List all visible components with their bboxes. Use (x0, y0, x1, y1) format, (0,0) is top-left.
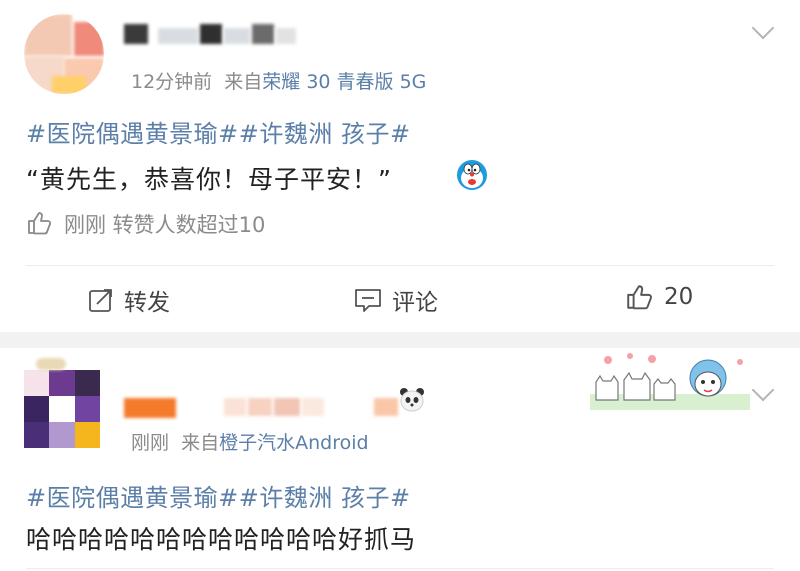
username[interactable] (124, 394, 414, 424)
divider (26, 265, 774, 266)
source-prefix: 来自 (224, 71, 263, 93)
thumbs-up-icon (28, 212, 52, 235)
avatar[interactable] (24, 370, 100, 448)
topic-hashtags[interactable]: #医院偶遇黄景瑜##许魏洲 孩子# (26, 114, 411, 149)
topic-hashtags[interactable]: #医院偶遇黄景瑜##许魏洲 孩子# (26, 478, 411, 513)
username[interactable] (124, 20, 304, 50)
post-time: 12分钟前 (131, 71, 213, 93)
doraemon-emoji-icon (457, 160, 487, 190)
repost-icon (89, 289, 112, 312)
comment-button[interactable]: 评论 (354, 283, 438, 317)
source-prefix: 来自 (181, 432, 220, 454)
chevron-down-icon[interactable] (751, 16, 775, 40)
like-button[interactable]: 20 (624, 283, 693, 311)
post-text: 哈哈哈哈哈哈哈哈哈哈哈哈好抓马 (26, 525, 417, 554)
card-decoration-sticker (590, 353, 750, 410)
repost-label: 转发 (124, 290, 170, 316)
device-source-link[interactable]: 荣耀 30 青春版 5G (262, 71, 426, 93)
post-meta: 刚刚 来自橙子汽水Android (131, 428, 369, 455)
comment-label: 评论 (392, 290, 438, 316)
weibo-post-1: 12分钟前 来自荣耀 30 青春版 5G #医院偶遇黄景瑜##许魏洲 孩子# “… (0, 0, 800, 332)
like-info: 刚刚 转赞人数超过10 (64, 213, 266, 237)
post-time: 刚刚 (131, 432, 170, 454)
comment-icon (355, 289, 381, 312)
avatar-decoration (36, 358, 66, 372)
avatar[interactable] (24, 14, 104, 94)
panda-icon (400, 388, 424, 412)
post-text: “黄先生，恭喜你！母子平安！” (26, 165, 392, 194)
divider (26, 568, 774, 569)
device-source-link[interactable]: 橙子汽水Android (219, 432, 368, 454)
repost-button[interactable]: 转发 (88, 283, 170, 317)
thumbs-up-icon (627, 285, 652, 310)
chevron-down-icon[interactable] (751, 378, 775, 402)
like-count: 20 (664, 284, 694, 310)
post-separator (0, 332, 800, 348)
weibo-post-2: 刚刚 来自橙子汽水Android #医院偶遇黄景瑜##许魏洲 孩子# 哈哈哈哈哈… (0, 348, 800, 571)
post-meta: 12分钟前 来自荣耀 30 青春版 5G (131, 67, 426, 94)
